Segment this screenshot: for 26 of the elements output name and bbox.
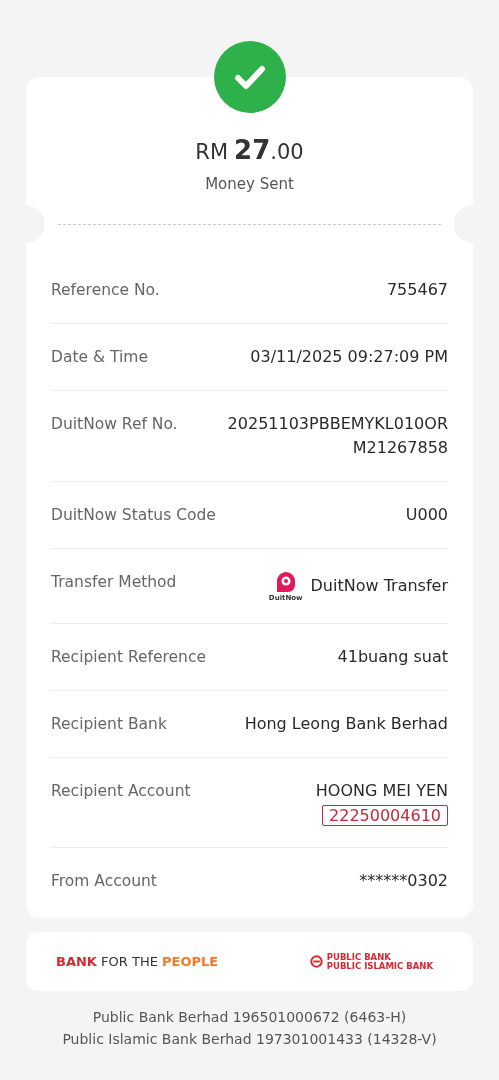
detail-value: DuitNow Transfer	[310, 575, 448, 597]
detail-label: DuitNow Ref No.	[51, 414, 178, 435]
company-registration-text: Public Bank Berhad 196501000672 (6463-H)	[91, 1008, 408, 1027]
detail-label: Recipient Bank	[51, 714, 167, 735]
detail-value: 755467	[386, 279, 448, 301]
detail-value: 41buang suat	[337, 646, 448, 668]
recipient-name: HOONG MEI YEN	[315, 780, 448, 802]
status-text: Money Sent	[205, 175, 294, 193]
detail-value: 20251103PBBEMYKL010ORM21267858	[226, 413, 448, 459]
currency-label: RM	[195, 140, 229, 164]
detail-label: Transfer Method	[51, 572, 177, 593]
account-number: 22250004610	[322, 805, 448, 826]
detail-label: DuitNow Status Code	[51, 505, 216, 526]
detail-value: Hong Leong Bank Berhad	[244, 713, 448, 735]
amount-value: 27.00	[234, 135, 304, 165]
detail-label: Recipient Reference	[51, 647, 206, 668]
detail-label: Date & Time	[51, 347, 148, 368]
detail-label: From Account	[51, 871, 157, 892]
public-bank-logo: PUBLIC BANK PUBLIC ISLAMIC BANK	[309, 952, 433, 971]
company-registration-text: Public Islamic Bank Berhad 197301001433 (14328-V)	[61, 1030, 438, 1049]
detail-value: 03/11/2025 09:27:09 PM	[250, 346, 448, 368]
bank-tagline: BANK FOR THE PEOPLE	[56, 954, 219, 969]
detail-value: U000	[405, 504, 448, 526]
detail-value: ******0302	[359, 870, 448, 892]
detail-label: Recipient Account	[51, 781, 191, 802]
detail-label: Reference No.	[51, 280, 160, 301]
